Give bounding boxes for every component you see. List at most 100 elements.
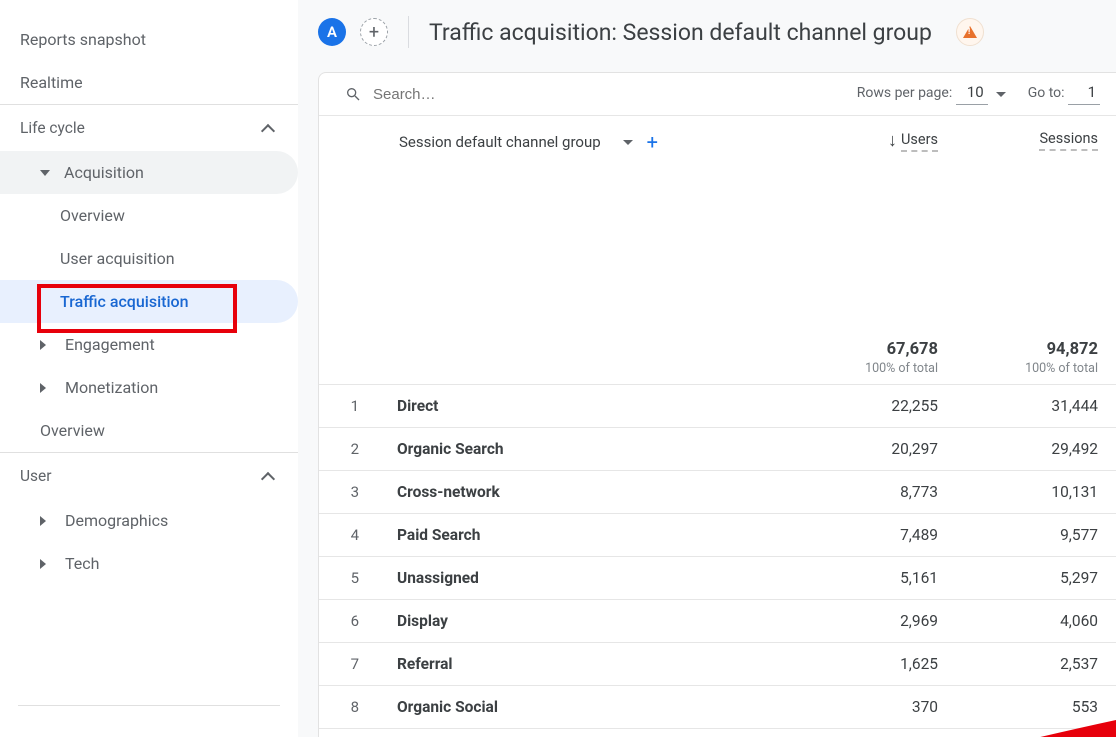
column-label: Sessions: [1039, 130, 1098, 151]
sidebar-divider: [18, 705, 280, 706]
row-sessions: 553: [956, 685, 1116, 728]
table-row[interactable]: 3Cross-network8,77310,131: [319, 470, 1116, 513]
row-index: 3: [319, 470, 379, 513]
data-card: Rows per page: 10 Go to: 1 Session defau…: [318, 72, 1116, 737]
goto-input[interactable]: 1: [1068, 83, 1100, 105]
totals-users: 67,678: [887, 340, 938, 359]
sidebar-item-label: Tech: [65, 554, 99, 573]
row-index: 8: [319, 685, 379, 728]
header: A + Traffic acquisition: Session default…: [298, 0, 1116, 70]
sidebar-section-label: User: [20, 467, 52, 485]
rows-per-page-label: Rows per page:: [857, 85, 952, 101]
sidebar-item-reports-snapshot[interactable]: Reports snapshot: [0, 18, 298, 61]
sort-arrow-icon: ↓: [888, 130, 897, 151]
row-users: 370: [796, 685, 956, 728]
row-index: 6: [319, 599, 379, 642]
row-dimension: Organic Search: [379, 427, 796, 470]
chevron-right-icon: [40, 383, 51, 393]
row-index: 4: [319, 513, 379, 556]
chevron-down-icon: [40, 170, 50, 176]
column-header-users[interactable]: ↓Users: [796, 116, 956, 306]
totals-row: 67,678 100% of total 94,872 100% of tota…: [319, 306, 1116, 385]
row-dimension: Referral: [379, 642, 796, 685]
row-index: 5: [319, 556, 379, 599]
row-index: 7: [319, 642, 379, 685]
sidebar-item-acq-overview[interactable]: Overview: [0, 194, 298, 237]
row-users: 7,489: [796, 513, 956, 556]
sidebar: Reports snapshot Realtime Life cycle Acq…: [0, 0, 298, 737]
row-sessions: 5,297: [956, 556, 1116, 599]
table-row[interactable]: 6Display2,9694,060: [319, 599, 1116, 642]
divider: [408, 16, 409, 48]
sidebar-item-label: Monetization: [65, 378, 158, 397]
sidebar-item-engagement[interactable]: Engagement: [0, 323, 298, 366]
table-row[interactable]: 2Organic Search20,29729,492: [319, 427, 1116, 470]
chevron-right-icon: [40, 559, 51, 569]
column-header-sessions[interactable]: Sessions: [956, 116, 1116, 306]
row-index: 1: [319, 384, 379, 427]
sidebar-item-label: Engagement: [65, 335, 155, 354]
totals-users-pct: 100% of total: [814, 361, 938, 376]
row-sessions: 9,577: [956, 513, 1116, 556]
table-row[interactable]: 5Unassigned5,1615,297: [319, 556, 1116, 599]
sidebar-item-tech[interactable]: Tech: [0, 542, 298, 585]
row-sessions: 29,492: [956, 427, 1116, 470]
chevron-right-icon: [40, 340, 51, 350]
row-users: 2,969: [796, 599, 956, 642]
row-users: 5,161: [796, 556, 956, 599]
sidebar-item-realtime[interactable]: Realtime: [0, 61, 298, 104]
row-sessions: 814: [956, 728, 1116, 737]
row-dimension: Organic Social: [379, 685, 796, 728]
row-dimension: Unassigned: [379, 556, 796, 599]
table-row[interactable]: 4Paid Search7,4899,577: [319, 513, 1116, 556]
sidebar-item-demographics[interactable]: Demographics: [0, 499, 298, 542]
row-dimension: Paid Search: [379, 513, 796, 556]
sidebar-item-label: Acquisition: [64, 163, 144, 182]
sidebar-item-user-acquisition[interactable]: User acquisition: [0, 237, 298, 280]
chevron-up-icon: [260, 469, 274, 483]
data-table: Session default channel group + ↓Users S…: [319, 115, 1116, 737]
sidebar-section-label: Life cycle: [20, 119, 85, 137]
row-dimension: Display: [379, 599, 796, 642]
row-users: 8,773: [796, 470, 956, 513]
table-toolbar: Rows per page: 10 Go to: 1: [319, 73, 1116, 115]
row-users: 1,625: [796, 642, 956, 685]
row-sessions: 2,537: [956, 642, 1116, 685]
sidebar-section-lifecycle[interactable]: Life cycle: [0, 104, 298, 151]
warning-icon: [963, 26, 977, 38]
row-sessions: 31,444: [956, 384, 1116, 427]
sidebar-section-user[interactable]: User: [0, 452, 298, 499]
sidebar-item-lifecycle-overview[interactable]: Overview: [0, 409, 298, 452]
sidebar-item-monetization[interactable]: Monetization: [0, 366, 298, 409]
add-dimension-button[interactable]: +: [647, 130, 658, 154]
table-row[interactable]: 1Direct22,25531,444: [319, 384, 1116, 427]
search-input[interactable]: [373, 86, 845, 103]
warning-badge[interactable]: [956, 18, 984, 46]
row-sessions: 4,060: [956, 599, 1116, 642]
segment-avatar[interactable]: A: [318, 18, 346, 46]
row-dimension: Cross-network: [379, 470, 796, 513]
totals-sessions: 94,872: [1047, 340, 1098, 359]
row-index: 2: [319, 427, 379, 470]
rows-per-page-select[interactable]: 10: [956, 83, 988, 105]
row-users: 337: [796, 728, 956, 737]
search-icon: [345, 86, 361, 102]
row-index: 9: [319, 728, 379, 737]
goto-label: Go to:: [1028, 85, 1065, 101]
row-sessions: 10,131: [956, 470, 1116, 513]
sidebar-item-acquisition[interactable]: Acquisition: [0, 151, 298, 194]
dropdown-icon: [623, 140, 633, 145]
row-dimension: Direct: [379, 384, 796, 427]
sidebar-item-traffic-acquisition[interactable]: Traffic acquisition: [0, 280, 298, 323]
add-segment-button[interactable]: +: [360, 18, 388, 46]
table-row[interactable]: 8Organic Social370553: [319, 685, 1116, 728]
table-row[interactable]: 9Email337814: [319, 728, 1116, 737]
row-dimension: Email: [379, 728, 796, 737]
table-row[interactable]: 7Referral1,6252,537: [319, 642, 1116, 685]
dimension-selector[interactable]: Session default channel group: [399, 133, 601, 151]
chevron-right-icon: [40, 516, 51, 526]
dropdown-icon: [996, 92, 1006, 97]
chevron-up-icon: [260, 121, 274, 135]
row-users: 20,297: [796, 427, 956, 470]
row-users: 22,255: [796, 384, 956, 427]
